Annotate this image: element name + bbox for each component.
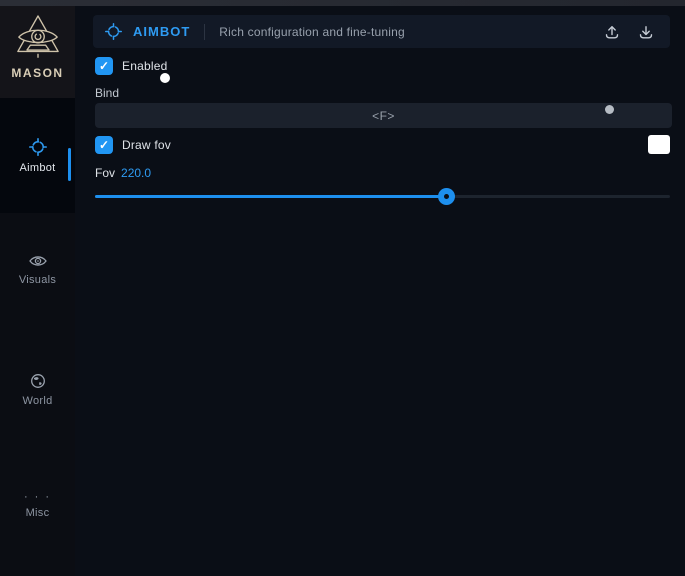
cursor-dot [160, 73, 170, 83]
fov-slider[interactable] [95, 188, 670, 205]
draw-fov-checkbox[interactable]: ✓ [95, 136, 113, 154]
brand-logo-block: MASON [0, 6, 75, 98]
download-icon [638, 24, 654, 40]
sidebar-item-label: Aimbot [19, 162, 55, 174]
cursor-dot-secondary [605, 105, 614, 114]
enabled-checkbox[interactable]: ✓ [95, 57, 113, 75]
enabled-row: ✓ Enabled [95, 57, 167, 75]
sidebar-item-aimbot[interactable]: Aimbot [0, 98, 75, 213]
page-title: AIMBOT [133, 24, 190, 39]
fov-value: 220.0 [121, 166, 151, 180]
draw-fov-row: ✓ Draw fov [95, 136, 171, 154]
mason-eye-pyramid-logo-icon [15, 14, 61, 64]
draw-fov-label: Draw fov [122, 138, 171, 152]
brand-name: MASON [11, 66, 63, 80]
upload-icon [604, 24, 620, 40]
export-config-button[interactable] [600, 20, 624, 44]
ellipsis-icon: · · · [24, 493, 51, 501]
section-header: AIMBOT Rich configuration and fine-tunin… [93, 15, 670, 48]
eye-icon [29, 254, 47, 268]
enabled-label: Enabled [122, 59, 167, 73]
sidebar-item-label: Visuals [19, 274, 56, 286]
check-icon: ✓ [99, 139, 109, 151]
header-divider [204, 24, 205, 40]
crosshair-icon [105, 23, 122, 40]
sidebar-item-label: Misc [26, 507, 50, 519]
sidebar-item-world[interactable]: World [0, 362, 75, 418]
sidebar: MASON Aimbot Visuals World · · · Misc [0, 6, 75, 576]
sidebar-item-misc[interactable]: · · · Misc [0, 478, 75, 534]
crosshair-icon [29, 138, 47, 156]
fov-slider-thumb[interactable] [438, 188, 455, 205]
bind-label: Bind [95, 86, 119, 100]
bind-key-field[interactable]: <F> [95, 103, 672, 128]
fov-color-swatch[interactable] [648, 135, 670, 154]
fov-label: Fov [95, 166, 115, 180]
globe-icon [30, 373, 46, 389]
active-indicator-bar [68, 148, 71, 181]
fov-label-row: Fov 220.0 [95, 166, 151, 180]
check-icon: ✓ [99, 60, 109, 72]
fov-slider-fill [95, 195, 446, 198]
page-subtitle: Rich configuration and fine-tuning [219, 25, 405, 39]
main-panel: AIMBOT Rich configuration and fine-tunin… [75, 6, 685, 576]
bind-key-value: <F> [372, 109, 395, 123]
sidebar-item-visuals[interactable]: Visuals [0, 242, 75, 298]
sidebar-item-label: World [22, 395, 52, 407]
import-config-button[interactable] [634, 20, 658, 44]
